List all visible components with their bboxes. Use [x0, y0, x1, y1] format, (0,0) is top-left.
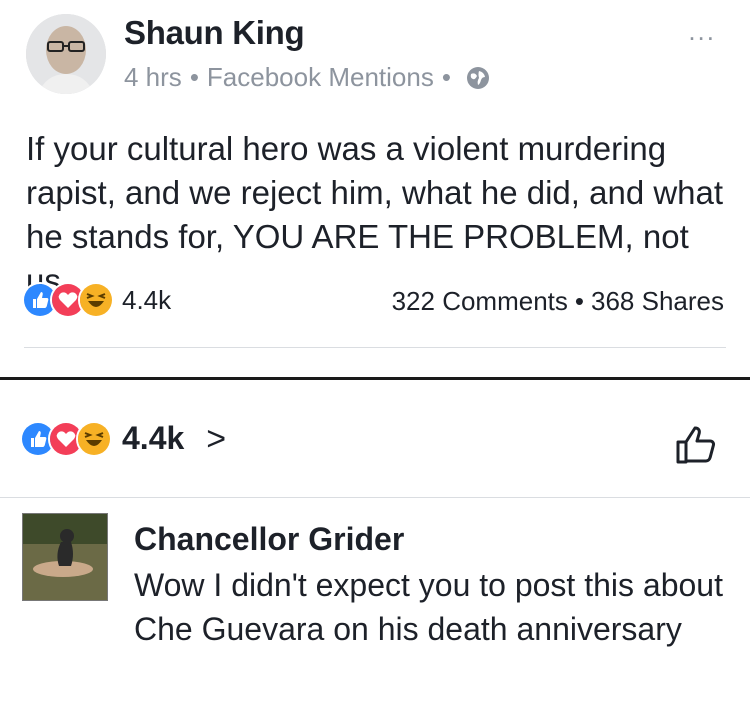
post-source: Facebook Mentions	[206, 62, 434, 92]
meta-separator: •	[441, 62, 451, 92]
post-time[interactable]: 4 hrs	[124, 62, 182, 93]
post-author-name[interactable]: Shaun King	[124, 14, 305, 52]
author-avatar[interactable]	[26, 14, 106, 94]
chevron-right-icon: >	[206, 419, 227, 458]
thumbs-up-outline-icon[interactable]	[672, 420, 720, 468]
reactions-list-link[interactable]: 4.4k >	[20, 420, 226, 457]
meta-separator: •	[189, 62, 199, 92]
reaction-icons	[20, 420, 112, 457]
comments-count-link[interactable]: 322 Comments	[392, 286, 568, 316]
reaction-count: 4.4k	[122, 284, 172, 315]
haha-icon	[76, 420, 112, 457]
screenshot-separator	[0, 377, 750, 380]
engagement-counts: 322 Comments • 368 Shares	[392, 286, 724, 317]
reaction-summary[interactable]: 4.4k	[22, 282, 171, 318]
more-options-button[interactable]: ...	[688, 16, 716, 47]
divider	[0, 497, 750, 498]
commenter-name[interactable]: Chancellor Grider	[134, 521, 404, 558]
globe-icon	[465, 65, 491, 91]
post-text: If your cultural hero was a violent murd…	[26, 130, 724, 299]
post-meta: 4 hrs • Facebook Mentions •	[124, 62, 491, 93]
count-separator: •	[574, 286, 585, 316]
comment-text: Wow I didn't expect you to post this abo…	[134, 567, 723, 647]
haha-icon	[78, 282, 114, 318]
divider	[24, 347, 726, 348]
reaction-count: 4.4k	[122, 420, 185, 456]
reaction-icons	[22, 282, 114, 318]
shares-count-link[interactable]: 368 Shares	[591, 286, 724, 316]
commenter-avatar[interactable]	[22, 513, 108, 601]
